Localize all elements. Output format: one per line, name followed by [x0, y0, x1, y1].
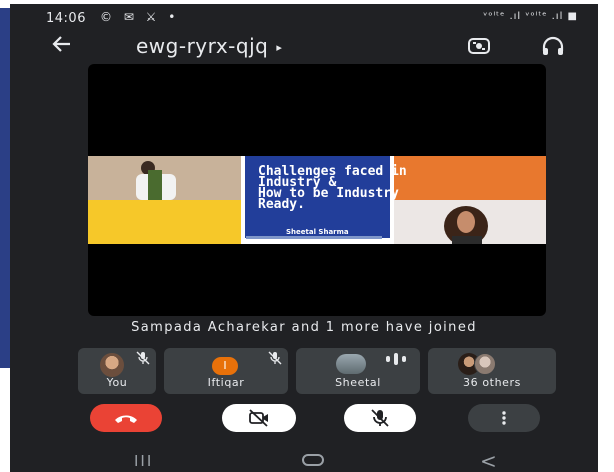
participant-tile-you[interactable]: You	[78, 348, 156, 394]
headphones-icon	[542, 36, 564, 55]
audio-output-button[interactable]	[540, 34, 566, 58]
participant-name: Sheetal	[335, 376, 381, 389]
participant-name: You	[106, 376, 128, 389]
camera-off-icon	[249, 409, 268, 427]
flip-camera-icon	[468, 38, 490, 54]
more-options-button[interactable]	[468, 404, 540, 432]
participant-tile-iftiqar[interactable]: I Iftiqar	[164, 348, 288, 394]
status-notification-icons: © ✉ ⚔ •	[100, 10, 180, 24]
slide-author-underline	[246, 236, 382, 239]
mic-toggle-button[interactable]	[344, 404, 416, 432]
slide-title: Challenges faced in Industry & How to be…	[258, 165, 518, 211]
top-bar: ewg-ryrx-qjq ▸	[10, 30, 598, 62]
arrow-back-icon	[52, 36, 70, 52]
avatar	[100, 353, 124, 377]
meeting-code-title[interactable]: ewg-ryrx-qjq ▸	[136, 34, 282, 58]
mic-muted-icon	[136, 351, 150, 365]
end-call-icon	[115, 415, 137, 423]
more-options-icon	[502, 411, 506, 425]
participant-name: 36 others	[463, 376, 521, 389]
flip-camera-button[interactable]	[466, 34, 492, 58]
back-button[interactable]	[50, 32, 80, 58]
call-controls	[10, 404, 598, 434]
participant-tile-others[interactable]: 36 others	[428, 348, 556, 394]
participant-strip: You I Iftiqar Sheetal 36 others	[78, 348, 568, 396]
status-signal-battery: ᵛᵒˡᵗᵉ .ıl ᵛᵒˡᵗᵉ .ıl ■	[483, 11, 578, 22]
system-nav-bar: III <	[10, 449, 598, 472]
home-button[interactable]	[302, 454, 324, 466]
mic-muted-icon	[268, 351, 282, 365]
avatar-initial: I	[212, 357, 238, 375]
title-expand-icon: ▸	[276, 41, 283, 54]
meeting-code: ewg-ryrx-qjq	[136, 34, 269, 58]
system-back-button[interactable]: <	[480, 449, 497, 472]
mic-off-icon	[371, 409, 389, 427]
avatar	[336, 354, 366, 374]
status-time: 14:06	[46, 11, 86, 26]
avatar	[474, 353, 496, 375]
left-edge-band	[0, 8, 10, 368]
speaking-indicator-icon	[386, 353, 406, 365]
slide-photo-man	[88, 156, 241, 200]
left-edge-strip	[0, 0, 10, 472]
slide-yellow-block	[88, 200, 241, 244]
presentation-slide: Challenges faced in Industry & How to be…	[88, 156, 546, 244]
status-bar: 14:06 © ✉ ⚔ • ᵛᵒˡᵗᵉ .ıl ᵛᵒˡᵗᵉ .ıl ■	[10, 4, 598, 30]
right-edge-strip	[598, 0, 614, 472]
slide-author: Sheetal Sharma	[286, 228, 349, 236]
camera-toggle-button[interactable]	[222, 404, 296, 432]
participant-name: Iftiqar	[207, 376, 245, 389]
recents-button[interactable]: III	[134, 452, 153, 470]
end-call-button[interactable]	[90, 404, 162, 432]
participant-tile-sheetal[interactable]: Sheetal	[296, 348, 420, 394]
presentation-video[interactable]: Challenges faced in Industry & How to be…	[88, 64, 546, 316]
join-notification: Sampada Acharekar and 1 more have joined	[131, 320, 477, 335]
meet-screen: 14:06 © ✉ ⚔ • ᵛᵒˡᵗᵉ .ıl ᵛᵒˡᵗᵉ .ıl ■ ewg-…	[10, 4, 598, 472]
